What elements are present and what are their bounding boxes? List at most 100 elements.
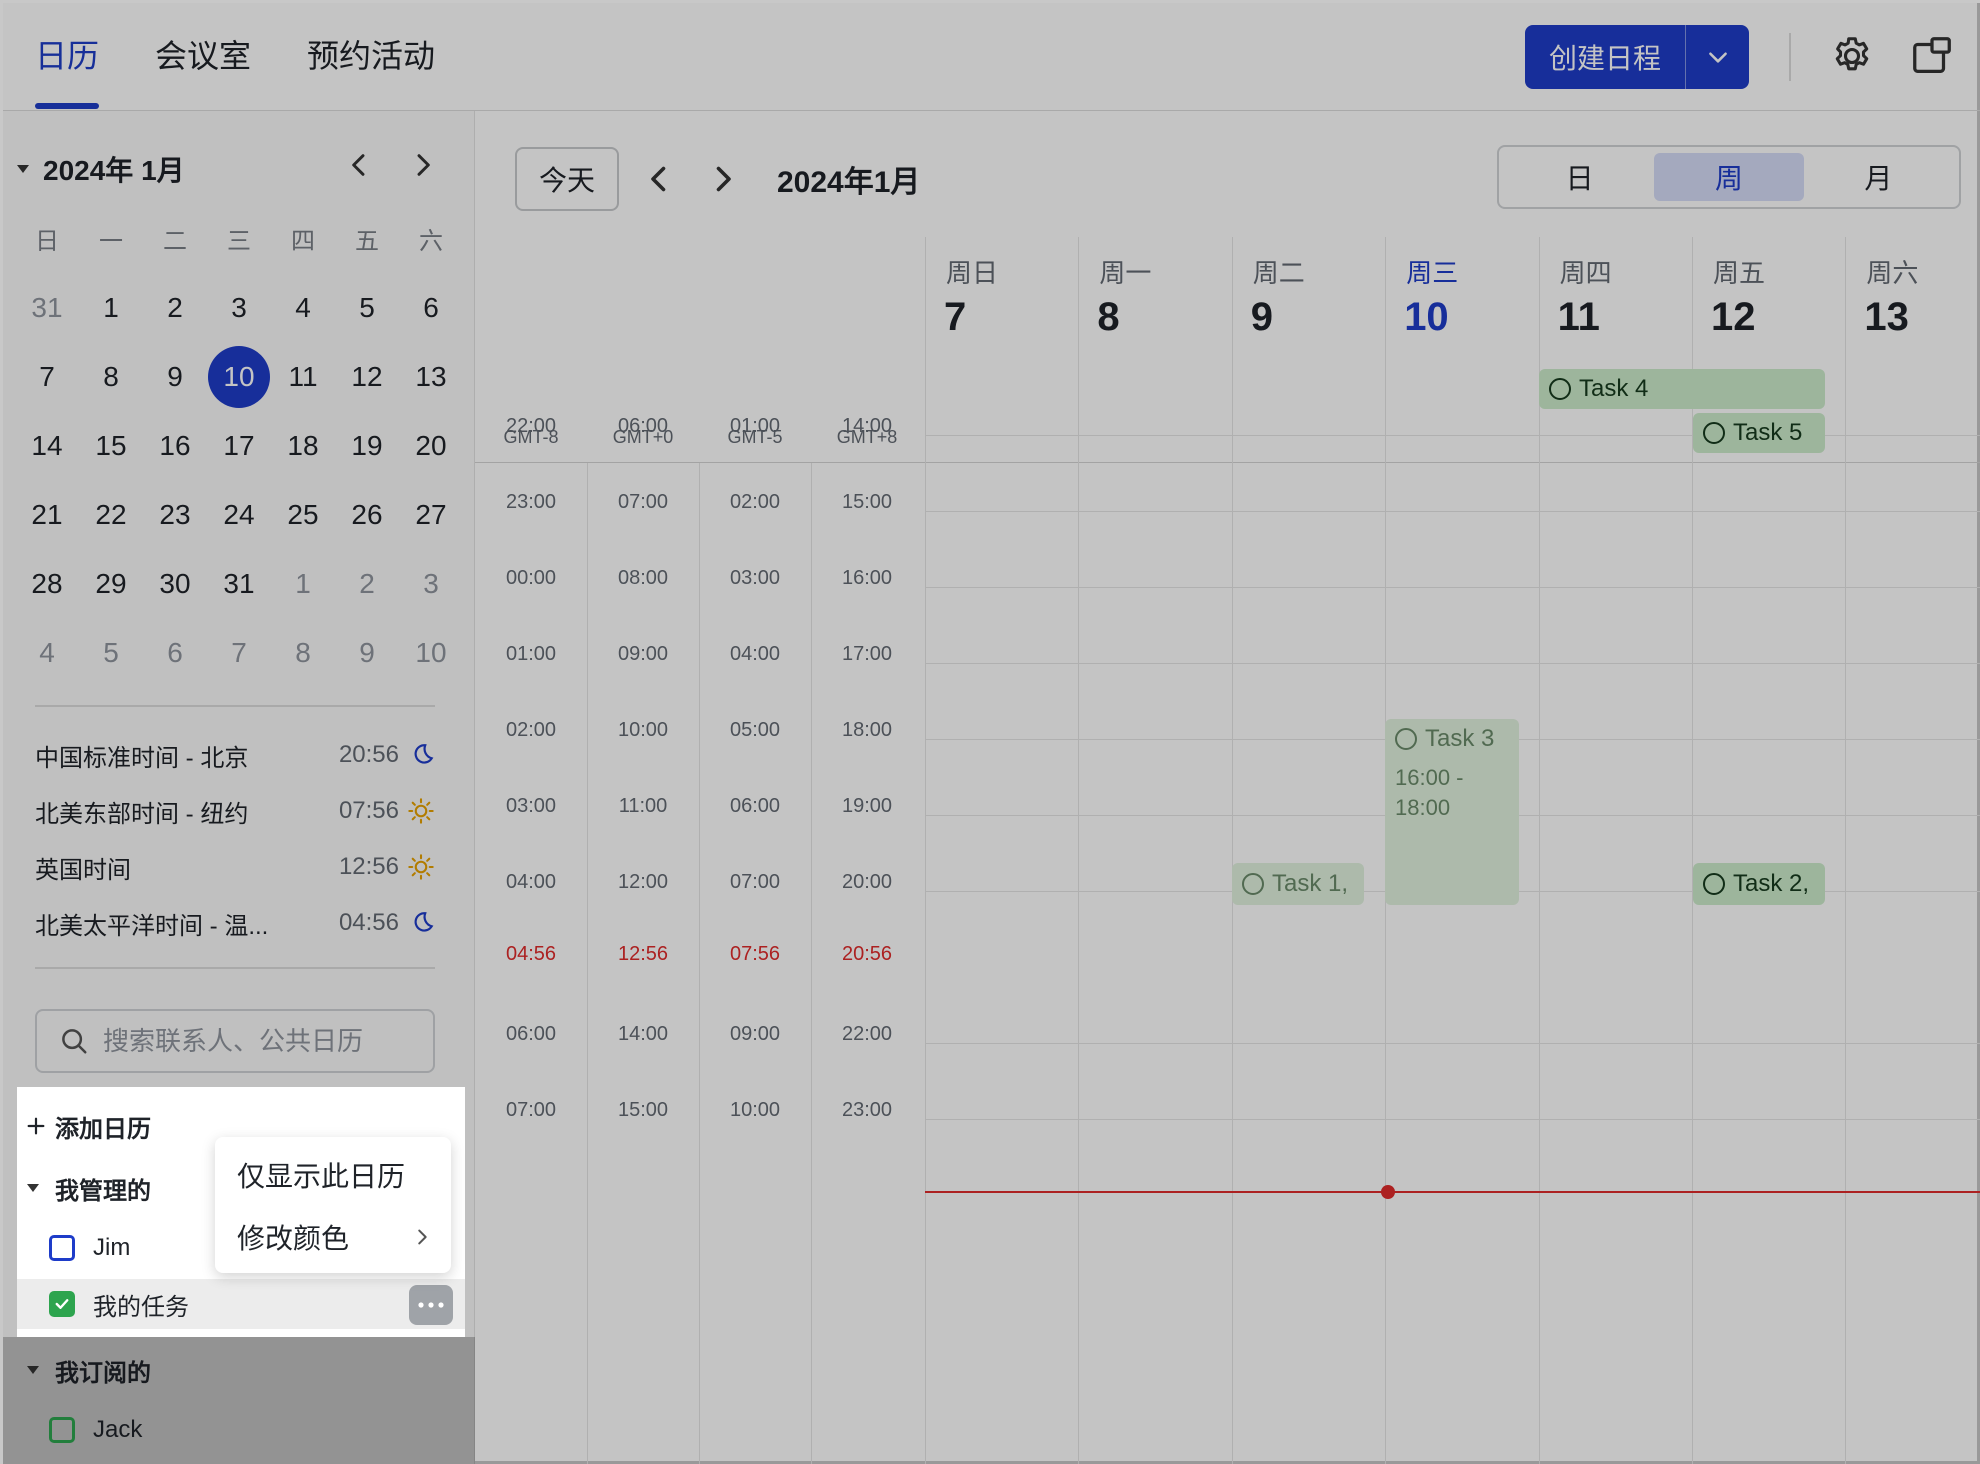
collapse-triangle-icon[interactable] (15, 161, 31, 177)
mini-day[interactable]: 1 (79, 273, 143, 342)
mini-day[interactable]: 3 (399, 549, 463, 618)
day-number: 11 (1557, 295, 1600, 339)
mini-day[interactable]: 4 (15, 618, 79, 687)
create-event-button[interactable]: 创建日程 (1525, 25, 1749, 89)
mini-day[interactable]: 10 (399, 618, 463, 687)
mini-day[interactable]: 1 (271, 549, 335, 618)
mini-day[interactable]: 5 (79, 618, 143, 687)
mini-day[interactable]: 29 (79, 549, 143, 618)
tab-calendar[interactable]: 日历 (35, 31, 99, 77)
mini-day[interactable]: 12 (335, 342, 399, 411)
mini-prev-month-button[interactable] (343, 149, 375, 181)
task-circle-icon (1703, 873, 1725, 895)
hour-label: 08:00 (617, 567, 669, 589)
day-number: 3 (423, 567, 439, 599)
calendar-checkbox[interactable] (49, 1235, 75, 1261)
mini-day[interactable]: 19 (335, 411, 399, 480)
menu-show-only-this[interactable]: 仅显示此日历 (237, 1155, 405, 1195)
today-button[interactable]: 今天 (515, 147, 619, 211)
day-column-header[interactable]: 周二 9 (1231, 237, 1385, 463)
create-dropdown-button[interactable] (1686, 44, 1749, 70)
mini-calendar-weekdays: 日一二三四五六 (15, 221, 463, 256)
mini-day[interactable]: 20 (399, 411, 463, 480)
day-number: 2 (359, 567, 375, 599)
mini-day[interactable]: 6 (143, 618, 207, 687)
mini-day[interactable]: 4 (271, 273, 335, 342)
more-options-button[interactable] (409, 1285, 453, 1325)
event-task-3[interactable]: Task 3 16:00 - 18:00 (1385, 719, 1519, 905)
mini-day[interactable]: 2 (335, 549, 399, 618)
mini-day[interactable]: 9 (335, 618, 399, 687)
next-week-button[interactable] (705, 161, 741, 197)
day-column-divider (1385, 463, 1387, 1464)
day-column-header[interactable]: 周日 7 (925, 237, 1078, 463)
mini-day[interactable]: 2 (143, 273, 207, 342)
view-week-button[interactable]: 周 (1654, 153, 1804, 201)
day-column-header[interactable]: 周四 11 (1538, 237, 1692, 463)
tab-booking[interactable]: 预约活动 (307, 31, 435, 77)
chevron-right-icon (716, 166, 731, 192)
mini-day[interactable]: 14 (15, 411, 79, 480)
day-column-header[interactable]: 周三 10 (1385, 237, 1538, 463)
mini-day[interactable]: 5 (335, 273, 399, 342)
hour-gridline (925, 1043, 1980, 1044)
mini-day[interactable]: 11 (271, 342, 335, 411)
menu-change-color[interactable]: 修改颜色 (237, 1217, 433, 1257)
search-icon (62, 1029, 87, 1054)
mini-day[interactable]: 8 (271, 618, 335, 687)
mini-day[interactable]: 28 (15, 549, 79, 618)
tab-meeting-room[interactable]: 会议室 (155, 31, 251, 77)
prev-week-button[interactable] (641, 161, 677, 197)
view-day-button[interactable]: 日 (1505, 153, 1654, 201)
mini-day[interactable]: 17 (207, 411, 271, 480)
day-number: 11 (288, 360, 318, 392)
day-number: 9 (1250, 295, 1274, 339)
menu-item-label: 修改颜色 (237, 1223, 350, 1254)
mini-day[interactable]: 6 (399, 273, 463, 342)
view-month-button[interactable]: 月 (1804, 153, 1953, 201)
search-input[interactable] (103, 1025, 423, 1057)
mini-day[interactable]: 23 (143, 480, 207, 549)
mini-day[interactable]: 22 (79, 480, 143, 549)
day-column-header[interactable]: 周六 13 (1845, 237, 1980, 463)
mini-day[interactable]: 30 (143, 549, 207, 618)
mini-day[interactable]: 31 (207, 549, 271, 618)
day-column-divider (1692, 463, 1693, 1464)
current-time-label: 12:56 (617, 943, 669, 965)
task-circle-icon (1395, 728, 1417, 750)
event-task-4[interactable]: Task 4 (1539, 369, 1825, 409)
mini-day-today[interactable]: 10 (207, 342, 271, 411)
context-menu: 仅显示此日历 修改颜色 (215, 1137, 451, 1273)
contact-search[interactable] (35, 1009, 435, 1073)
mini-day[interactable]: 31 (15, 273, 79, 342)
hour-label: 03:00 (729, 567, 781, 589)
event-task-2[interactable]: Task 2, (1693, 863, 1825, 905)
hour-label: 03:00 (505, 795, 557, 817)
mini-day[interactable]: 7 (15, 342, 79, 411)
event-task-5[interactable]: Task 5 (1693, 413, 1825, 453)
event-time: 16:00 - 18:00 (1395, 765, 1464, 820)
mini-day[interactable]: 7 (207, 618, 271, 687)
mini-day[interactable]: 24 (207, 480, 271, 549)
mini-day[interactable]: 3 (207, 273, 271, 342)
popout-button[interactable] (1909, 33, 1955, 79)
mini-day[interactable]: 21 (15, 480, 79, 549)
settings-button[interactable] (1829, 33, 1875, 79)
calendar-item-my-tasks[interactable]: 我的任务 (17, 1279, 465, 1329)
timezone-row: 北美东部时间 - 纽约 07:56 (35, 791, 435, 831)
mini-day[interactable]: 26 (335, 480, 399, 549)
calendar-checkbox[interactable] (49, 1291, 75, 1317)
mini-day[interactable]: 27 (399, 480, 463, 549)
day-column-divider (1078, 463, 1080, 1464)
mini-day[interactable]: 9 (143, 342, 207, 411)
mini-day[interactable]: 18 (271, 411, 335, 480)
mini-day[interactable]: 15 (79, 411, 143, 480)
mini-day[interactable]: 13 (399, 342, 463, 411)
create-event-label[interactable]: 创建日程 (1525, 37, 1685, 77)
mini-day[interactable]: 8 (79, 342, 143, 411)
mini-day[interactable]: 25 (271, 480, 335, 549)
mini-day[interactable]: 16 (143, 411, 207, 480)
mini-next-month-button[interactable] (407, 149, 439, 181)
event-task-1[interactable]: Task 1, (1232, 863, 1364, 905)
day-column-header[interactable]: 周一 8 (1078, 237, 1231, 463)
